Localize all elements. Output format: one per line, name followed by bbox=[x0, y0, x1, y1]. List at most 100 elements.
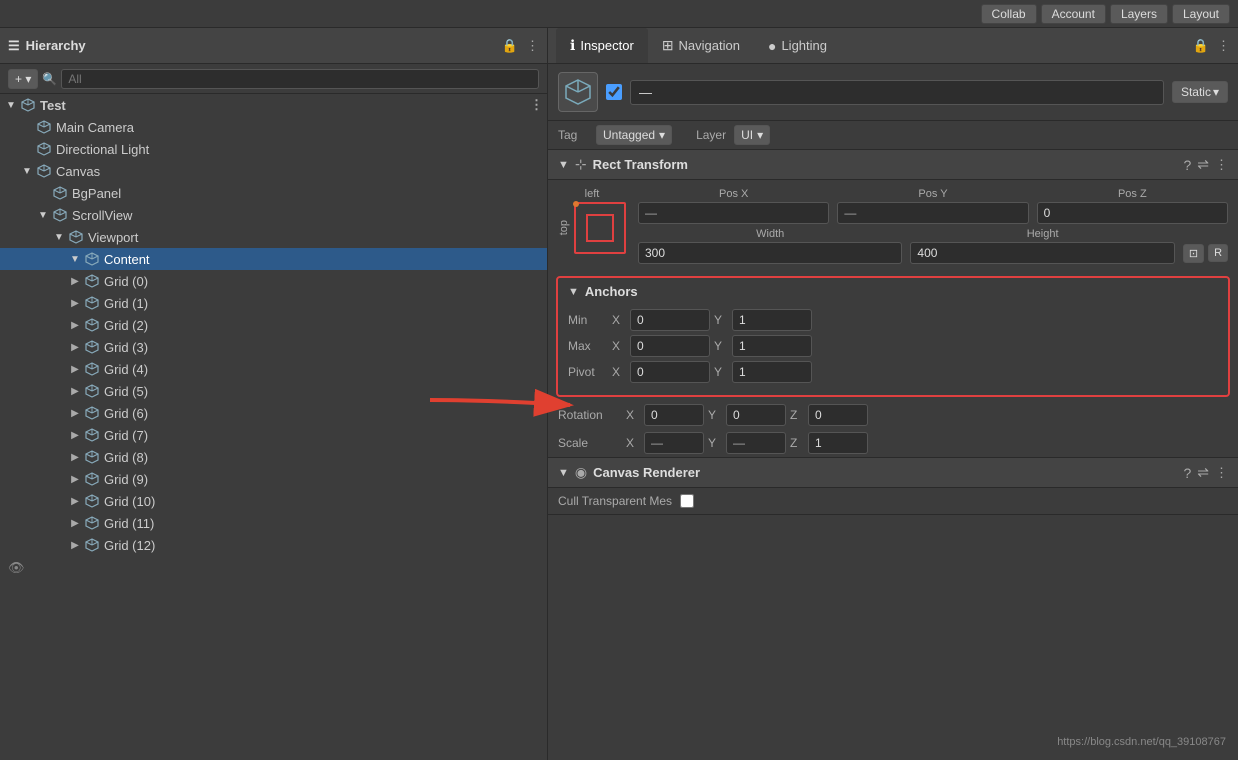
tab-navigation[interactable]: ⊞ Navigation bbox=[648, 28, 754, 63]
height-input[interactable] bbox=[910, 242, 1174, 264]
tree-item-bgpanel[interactable]: ▶BgPanel bbox=[0, 182, 547, 204]
tree-item-grid6[interactable]: ▶Grid (6) bbox=[0, 402, 547, 424]
lock-icon[interactable]: 🔒 bbox=[502, 38, 518, 54]
pivot-y-label: Y bbox=[714, 365, 728, 379]
tree-item-grid7[interactable]: ▶Grid (7) bbox=[0, 424, 547, 446]
tab-lighting[interactable]: ● Lighting bbox=[754, 28, 841, 63]
canvas-renderer-section: ▼ ◉ Canvas Renderer ? ⇌ ⋮ Cull Transpare… bbox=[548, 458, 1238, 515]
tree-item-test[interactable]: ▼Test⋮ bbox=[0, 94, 547, 116]
layout-button[interactable]: Layout bbox=[1172, 4, 1230, 24]
hierarchy-menu-icon[interactable]: ☰ bbox=[8, 38, 20, 54]
canvas-renderer-header[interactable]: ▼ ◉ Canvas Renderer ? ⇌ ⋮ bbox=[548, 458, 1238, 488]
more-icon-inspector[interactable]: ⋮ bbox=[1217, 38, 1230, 54]
more-icon[interactable]: ⋮ bbox=[526, 38, 539, 54]
tree-label-test: Test bbox=[40, 98, 66, 113]
pos-x-input[interactable] bbox=[638, 202, 829, 224]
settings-icon[interactable]: ⇌ bbox=[1197, 156, 1209, 173]
layer-dropdown[interactable]: UI ▾ bbox=[734, 125, 770, 145]
tree-item-grid4[interactable]: ▶Grid (4) bbox=[0, 358, 547, 380]
rot-x-input[interactable] bbox=[644, 404, 704, 426]
tree-label-grid1: Grid (1) bbox=[104, 296, 148, 311]
tree-item-canvas[interactable]: ▼Canvas bbox=[0, 160, 547, 182]
anchors-title: Anchors bbox=[585, 284, 638, 299]
cube-icon-grid11 bbox=[84, 515, 100, 531]
anchors-header[interactable]: ▼ Anchors bbox=[558, 278, 1228, 305]
help-icon-cr[interactable]: ? bbox=[1183, 465, 1191, 481]
tree-item-directional-light[interactable]: ▶Directional Light bbox=[0, 138, 547, 160]
tree-label-viewport: Viewport bbox=[88, 230, 138, 245]
tag-dropdown[interactable]: Untagged ▾ bbox=[596, 125, 672, 145]
anchors-min-label: Min bbox=[568, 313, 608, 327]
hierarchy-search-input[interactable] bbox=[61, 69, 539, 89]
static-button[interactable]: Static ▾ bbox=[1172, 81, 1228, 103]
more-options-icon-cr[interactable]: ⋮ bbox=[1215, 465, 1228, 481]
tree-arrow-grid9: ▶ bbox=[68, 472, 82, 486]
more-options-icon[interactable]: ⋮ bbox=[1215, 157, 1228, 173]
anchors-min-row: Min X Y bbox=[568, 309, 1218, 331]
rot-z-input[interactable] bbox=[808, 404, 868, 426]
help-icon[interactable]: ? bbox=[1183, 157, 1191, 173]
reset-button[interactable]: R bbox=[1208, 244, 1228, 262]
object-name-input[interactable] bbox=[630, 80, 1164, 105]
tree-item-grid9[interactable]: ▶Grid (9) bbox=[0, 468, 547, 490]
tree-item-grid0[interactable]: ▶Grid (0) bbox=[0, 270, 547, 292]
max-y-input[interactable] bbox=[732, 335, 812, 357]
tree-item-grid8[interactable]: ▶Grid (8) bbox=[0, 446, 547, 468]
pos-z-input[interactable] bbox=[1037, 202, 1228, 224]
min-y-input[interactable] bbox=[732, 309, 812, 331]
tree-label-main-camera: Main Camera bbox=[56, 120, 134, 135]
height-label: Height bbox=[910, 228, 1174, 240]
tree-item-content[interactable]: ▼Content bbox=[0, 248, 547, 270]
height-col: Height bbox=[910, 228, 1174, 264]
tree-item-grid10[interactable]: ▶Grid (10) bbox=[0, 490, 547, 512]
cull-checkbox[interactable] bbox=[680, 494, 694, 508]
rot-y-input[interactable] bbox=[726, 404, 786, 426]
add-button[interactable]: + ▾ bbox=[8, 69, 38, 89]
eye-icon[interactable]: 👁 bbox=[8, 560, 25, 576]
max-x-label: X bbox=[612, 339, 626, 353]
cube-3d-icon bbox=[564, 78, 592, 106]
tree-item-grid5[interactable]: ▶Grid (5) bbox=[0, 380, 547, 402]
scale-y-input[interactable] bbox=[726, 432, 786, 454]
account-button[interactable]: Account bbox=[1041, 4, 1106, 24]
tree-item-scrollview[interactable]: ▼ScrollView bbox=[0, 204, 547, 226]
layers-button[interactable]: Layers bbox=[1110, 4, 1168, 24]
anchor-box[interactable] bbox=[574, 202, 626, 254]
pos-y-input[interactable] bbox=[837, 202, 1028, 224]
tree-item-grid12[interactable]: ▶Grid (12) bbox=[0, 534, 547, 556]
anchors-pivot-xy: X Y bbox=[612, 361, 1218, 383]
cube-icon-test bbox=[20, 97, 36, 113]
tree-item-grid2[interactable]: ▶Grid (2) bbox=[0, 314, 547, 336]
scale-x-input[interactable] bbox=[644, 432, 704, 454]
tree-label-grid0: Grid (0) bbox=[104, 274, 148, 289]
hierarchy-toolbar: + ▾ 🔍 bbox=[0, 64, 547, 94]
cube-icon-grid5 bbox=[84, 383, 100, 399]
cube-icon-directional-light bbox=[36, 141, 52, 157]
tree-arrow-canvas: ▼ bbox=[20, 164, 34, 178]
collab-button[interactable]: Collab bbox=[981, 4, 1037, 24]
cube-icon-content bbox=[84, 251, 100, 267]
tree-item-viewport[interactable]: ▼Viewport bbox=[0, 226, 547, 248]
scale-x-label: X bbox=[626, 436, 640, 450]
max-x-input[interactable] bbox=[630, 335, 710, 357]
rect-transform-header[interactable]: ▼ ⊹ Rect Transform ? ⇌ ⋮ bbox=[548, 150, 1238, 180]
tree-item-grid1[interactable]: ▶Grid (1) bbox=[0, 292, 547, 314]
tag-value: Untagged bbox=[603, 128, 655, 142]
width-input[interactable] bbox=[638, 242, 902, 264]
object-active-checkbox[interactable] bbox=[606, 84, 622, 100]
pivot-x-input[interactable] bbox=[630, 361, 710, 383]
tree-item-grid11[interactable]: ▶Grid (11) bbox=[0, 512, 547, 534]
min-x-input[interactable] bbox=[630, 309, 710, 331]
pos-xyz-row: Pos X Pos Y Pos Z bbox=[638, 188, 1228, 224]
cube-icon-grid7 bbox=[84, 427, 100, 443]
tree-item-main-camera[interactable]: ▶Main Camera bbox=[0, 116, 547, 138]
settings-icon-cr[interactable]: ⇌ bbox=[1197, 464, 1209, 481]
tab-inspector[interactable]: ℹ Inspector bbox=[556, 28, 648, 63]
scale-z-input[interactable] bbox=[808, 432, 868, 454]
lock-icon-inspector[interactable]: 🔒 bbox=[1193, 38, 1209, 54]
tree-item-grid3[interactable]: ▶Grid (3) bbox=[0, 336, 547, 358]
tree-more-test[interactable]: ⋮ bbox=[530, 97, 543, 113]
pivot-y-input[interactable] bbox=[732, 361, 812, 383]
layer-label: Layer bbox=[696, 128, 726, 142]
resize-button[interactable]: ⊡ bbox=[1183, 244, 1204, 263]
